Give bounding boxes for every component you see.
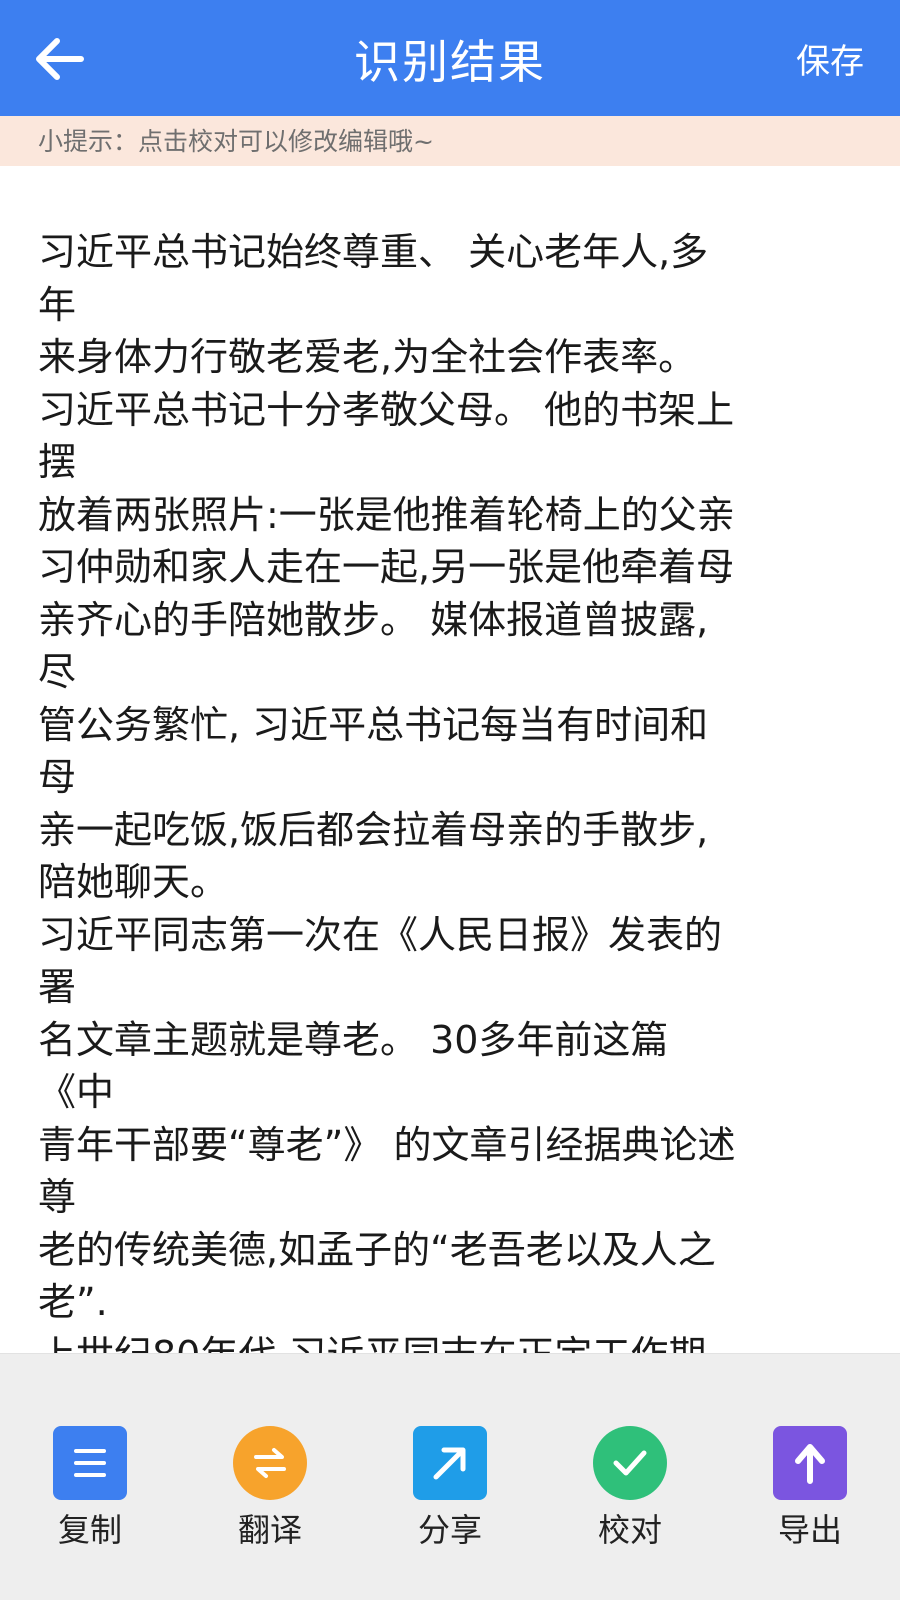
list-icon [53,1426,127,1500]
copy-button[interactable]: 复制 [0,1354,180,1600]
app-screen: 识别结果 保存 小提示：点击校对可以修改编辑哦~ 习近平总书记始终尊重、 关心老… [0,0,900,1600]
back-button[interactable] [24,24,94,94]
arrow-left-icon [36,38,84,80]
save-button[interactable]: 保存 [796,0,864,116]
copy-label: 复制 [57,1511,122,1549]
export-button[interactable]: 导出 [720,1354,900,1600]
translate-label: 翻译 [237,1511,302,1549]
tip-banner: 小提示：点击校对可以修改编辑哦~ [0,116,900,166]
upload-icon [773,1426,847,1500]
app-header: 识别结果 保存 [0,0,900,116]
export-label: 导出 [777,1511,842,1549]
share-button[interactable]: 分享 [360,1354,540,1600]
check-icon [593,1426,667,1500]
share-label: 分享 [417,1511,482,1549]
proofread-button[interactable]: 校对 [540,1354,720,1600]
result-text-area[interactable]: 习近平总书记始终尊重、 关心老年人,多 年 来身体力行敬老爱老,为全社会作表率。… [0,166,900,1353]
bottom-toolbar: 复制 翻译 分享 校对 导出 [0,1353,900,1600]
share-arrow-icon [413,1426,487,1500]
proofread-label: 校对 [597,1511,662,1549]
translate-button[interactable]: 翻译 [180,1354,360,1600]
page-title: 识别结果 [354,35,546,89]
recognized-text[interactable]: 习近平总书记始终尊重、 关心老年人,多 年 来身体力行敬老爱老,为全社会作表率。… [38,226,868,1353]
swap-icon [233,1426,307,1500]
